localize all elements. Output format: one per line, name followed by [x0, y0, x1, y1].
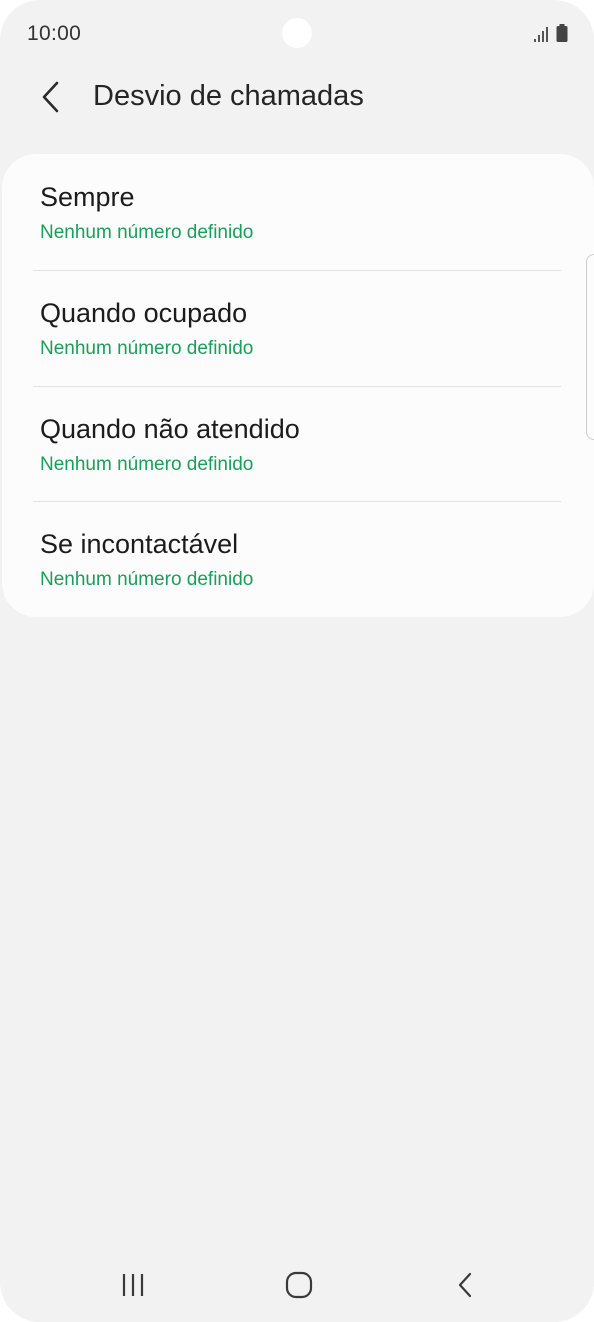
battery-icon	[556, 24, 568, 42]
page-title: Desvio de chamadas	[93, 80, 364, 112]
nav-back-button[interactable]	[435, 1262, 495, 1308]
option-title: Se incontactável	[40, 529, 239, 559]
back-button[interactable]	[28, 74, 74, 120]
chevron-left-icon	[42, 81, 59, 113]
status-time: 10:00	[27, 22, 82, 45]
option-when-unanswered[interactable]: Quando não atendido Nenhum número defini…	[2, 386, 594, 501]
recent-apps-button[interactable]	[103, 1262, 163, 1308]
call-forwarding-options-card: Sempre Nenhum número definido Quando ocu…	[2, 154, 594, 617]
back-icon	[458, 1272, 472, 1298]
app-header: Desvio de chamadas	[0, 68, 594, 128]
option-title: Quando não atendido	[40, 414, 300, 444]
option-when-busy[interactable]: Quando ocupado Nenhum número definido	[2, 270, 594, 385]
option-when-unreachable[interactable]: Se incontactável Nenhum número definido	[2, 501, 594, 616]
option-title: Sempre	[40, 182, 135, 212]
status-bar: 10:00	[0, 0, 594, 68]
option-always[interactable]: Sempre Nenhum número definido	[2, 154, 594, 269]
home-icon	[285, 1271, 313, 1299]
option-subtitle: Nenhum número definido	[40, 338, 254, 359]
front-camera-cutout	[282, 18, 312, 48]
home-button[interactable]	[269, 1262, 329, 1308]
phone-screen: 10:00 Desvio de chamadas Sempre Nenhum n…	[0, 0, 594, 1322]
recent-apps-icon	[122, 1274, 144, 1296]
signal-strength-icon	[534, 27, 548, 42]
scroll-indicator[interactable]	[586, 254, 594, 440]
navigation-bar	[0, 1250, 594, 1322]
option-subtitle: Nenhum número definido	[40, 569, 254, 590]
option-subtitle: Nenhum número definido	[40, 454, 254, 475]
option-subtitle: Nenhum número definido	[40, 222, 254, 243]
option-title: Quando ocupado	[40, 298, 248, 328]
